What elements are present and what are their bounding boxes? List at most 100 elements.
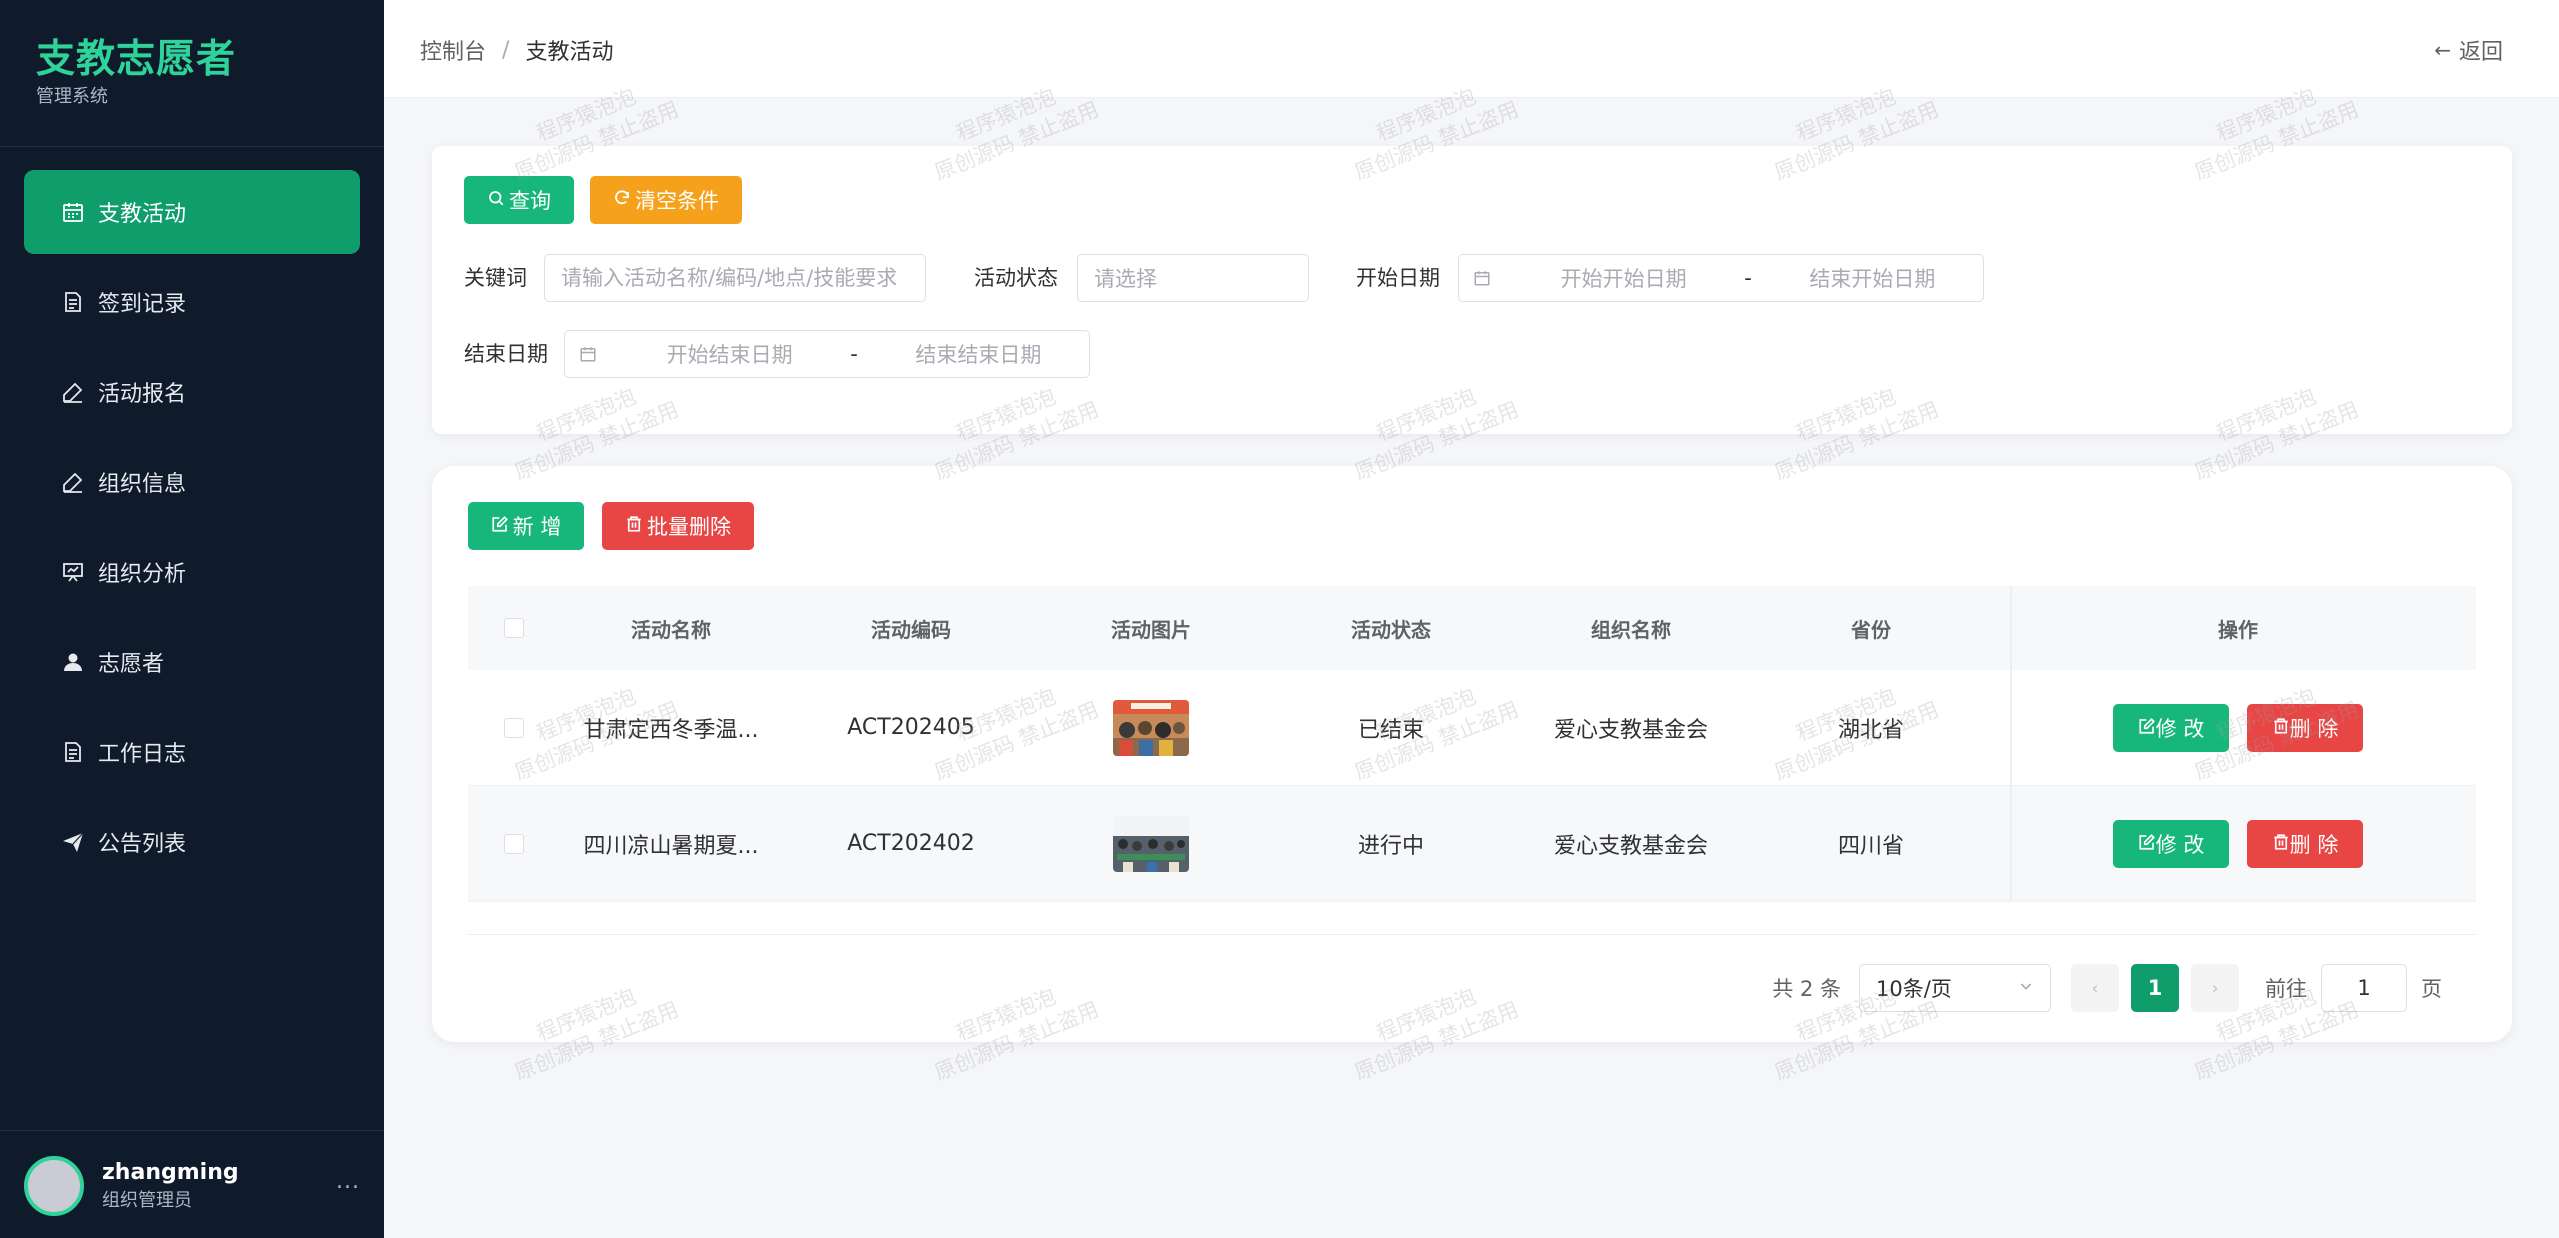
more-icon[interactable]: ... [336,1169,360,1194]
select-all-checkbox[interactable] [504,618,524,638]
user-panel[interactable]: zhangming 组织管理员 ... [24,1155,360,1217]
avatar[interactable] [24,1156,84,1216]
keyword-input[interactable] [561,266,925,290]
sidebar-menu: 支教活动 签到记录 活动报名 组织信息 组织分析 志愿者 工作日志 公告列表 [24,170,360,890]
batch-delete-button[interactable]: 批量删除 [602,502,754,550]
send-icon [60,829,86,855]
row-actions: 修 改 删 除 [2000,703,2476,752]
sidebar-item-registration[interactable]: 活动报名 [24,350,360,434]
refresh-icon [613,189,631,212]
next-page-button[interactable]: › [2191,964,2239,1012]
query-label: 查询 [509,189,551,213]
fixed-column-divider [2010,586,2012,670]
edit-label: 修 改 [2155,716,2205,741]
delete-button[interactable]: 删 除 [2247,819,2363,868]
start-date-label: 开始日期 [1356,266,1440,290]
start-date-range[interactable]: 开始开始日期 - 结束开始日期 [1458,254,1984,302]
edit-square-icon [491,515,509,538]
sidebar-item-label: 组织分析 [98,562,187,587]
delete-label: 删 除 [2289,832,2339,857]
edit-label: 修 改 [2155,832,2205,857]
province: 湖北省 [1837,717,1904,743]
activity-thumbnail[interactable] [1113,815,1189,872]
sidebar: 支教志愿者 管理系统 支教活动 签到记录 活动报名 组织信息 组织分析 志愿者 … [0,0,384,1238]
clear-label: 清空条件 [635,189,719,213]
calendar-icon [60,199,86,225]
end-date-range[interactable]: 开始结束日期 - 结束结束日期 [564,330,1090,378]
back-button[interactable]: ← 返回 [2434,34,2503,66]
keyword-field[interactable] [544,254,926,302]
edit-icon [60,379,86,405]
row-actions: 修 改 删 除 [2000,819,2476,868]
sidebar-item-activities[interactable]: 支教活动 [24,170,360,254]
sidebar-item-work-log[interactable]: 工作日志 [24,710,360,794]
table-header: 活动名称 活动编码 活动图片 活动状态 组织名称 省份 操作 [468,586,2476,670]
row-checkbox[interactable] [504,717,524,738]
select-all-cell [468,618,560,638]
batch-delete-label: 批量删除 [647,515,731,539]
user-name: zhangming [102,1160,239,1185]
goto-page-input[interactable]: 1 [2321,964,2407,1012]
page-suffix: 页 [2421,977,2442,1001]
sidebar-item-organization-analysis[interactable]: 组织分析 [24,530,360,614]
chevron-left-icon: ‹ [2091,977,2099,999]
sidebar-item-label: 签到记录 [98,292,187,317]
add-label: 新 增 [512,515,562,539]
edit-button[interactable]: 修 改 [2113,703,2229,752]
status-placeholder: 请选择 [1094,267,1157,291]
sidebar-item-volunteers[interactable]: 志愿者 [24,620,360,704]
document-icon [60,289,86,315]
start-to-input[interactable]: 结束开始日期 [1762,263,1983,293]
province: 四川省 [1837,833,1904,859]
sidebar-item-organization-info[interactable]: 组织信息 [24,440,360,524]
sidebar-item-announcements[interactable]: 公告列表 [24,800,360,884]
prev-page-button[interactable]: ‹ [2071,964,2119,1012]
activity-image-cell [1040,815,1262,872]
start-from-input[interactable]: 开始开始日期 [1513,263,1734,293]
activity-table-panel: 新 增 批量删除 活动名称 活动编码 活动图片 活动状态 组织名称 省份 操作 … [432,466,2512,1042]
user-role: 组织管理员 [102,1190,192,1211]
status-select[interactable]: 请选择 [1077,254,1309,302]
end-to-input[interactable]: 结束结束日期 [868,339,1089,369]
page-size-select[interactable]: 10条/页 [1859,964,2051,1012]
search-panel: 查询 清空条件 关键词 活动状态 请选择 开始日期 开始开始日期 - 结束开始日… [432,146,2512,434]
add-button[interactable]: 新 增 [468,502,584,550]
end-from-input[interactable]: 开始结束日期 [619,339,840,369]
fixed-column-divider [2010,670,2012,785]
breadcrumb-separator: / [502,37,510,63]
calendar-icon [1473,269,1495,287]
breadcrumb: 控制台 / 支教活动 [420,34,613,66]
calendar-icon [579,345,601,363]
edit-button[interactable]: 修 改 [2113,819,2229,868]
row-select-cell [468,833,560,854]
edit-icon [60,469,86,495]
sidebar-item-label: 工作日志 [98,742,187,767]
activity-image-cell [1040,699,1262,756]
page-number-1[interactable]: 1 [2131,964,2179,1012]
arrow-left-icon: ← [2434,38,2451,62]
query-button[interactable]: 查询 [464,176,574,224]
column-header-status: 活动状态 [1351,617,1431,642]
row-select-cell [468,717,560,738]
trash-icon [2272,832,2290,856]
column-header-actions: 操作 [2218,617,2258,642]
sidebar-item-label: 公告列表 [98,832,187,857]
sidebar-item-label: 支教活动 [98,202,187,227]
chevron-down-icon [2018,978,2034,998]
activity-thumbnail[interactable] [1113,699,1189,756]
row-checkbox[interactable] [504,833,524,854]
activity-status: 进行中 [1357,833,1424,859]
pagination-total: 共 2 条 [1772,977,1841,1001]
activity-status: 已结束 [1357,717,1424,743]
column-header-code: 活动编码 [871,617,951,642]
delete-button[interactable]: 删 除 [2247,703,2363,752]
page-size-value: 10条/页 [1876,977,1952,1001]
keyword-label: 关键词 [464,266,527,290]
clear-conditions-button[interactable]: 清空条件 [590,176,742,224]
activity-code: ACT202405 [847,715,975,740]
presentation-icon [60,559,86,585]
breadcrumb-dashboard[interactable]: 控制台 [420,34,486,66]
sidebar-item-checkin-records[interactable]: 签到记录 [24,260,360,344]
pagination: 共 2 条 10条/页 ‹ 1 › 前往 1 页 [1772,964,2442,1012]
trash-icon [625,515,643,538]
